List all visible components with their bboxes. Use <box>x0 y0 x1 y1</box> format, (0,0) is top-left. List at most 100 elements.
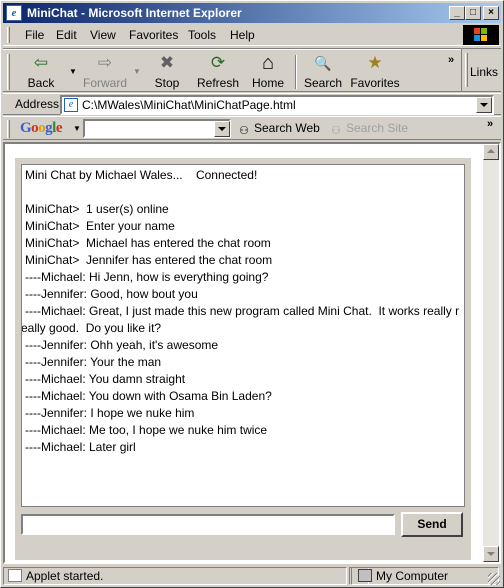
favorites-label: Favorites <box>350 76 400 90</box>
google-logo-letter: G <box>20 120 32 136</box>
binoculars-icon: ⚇ <box>239 125 249 137</box>
menubar-grip[interactable] <box>7 27 10 43</box>
toolbar-chevron-icon[interactable]: » <box>448 54 454 66</box>
windows-flag-icon <box>474 28 488 42</box>
chat-message: MiniChat> Enter your name <box>25 219 175 233</box>
chat-message: ----Michael: You down with Osama Bin Lad… <box>25 389 272 403</box>
page-status-icon <box>8 569 22 582</box>
address-field[interactable]: e C:\MWales\MiniChat\MiniChatPage.html <box>60 95 494 115</box>
search-label: Search <box>303 76 343 90</box>
chat-message: eally good. Do you like it? <box>21 321 162 335</box>
links-bar: Links <box>461 49 501 91</box>
menu-bar: File Edit View Favorites Tools Help <box>3 24 501 46</box>
favorites-icon: ★ <box>367 53 383 72</box>
chat-message: MiniChat> 1 user(s) online <box>25 202 169 216</box>
minimize-button[interactable]: _ <box>449 6 465 20</box>
status-bar: Applet started. My Computer <box>3 566 501 586</box>
standard-toolbar: ⇦ Back ▼ ⇨ Forward ▼ ✖ Stop ⟳ Refresh ⌂ … <box>3 48 501 92</box>
browser-window: e MiniChat - Microsoft Internet Explorer… <box>0 0 504 588</box>
menu-tools[interactable]: Tools <box>188 28 216 42</box>
stop-icon: ✖ <box>159 53 175 72</box>
back-arrow-icon: ⇦ <box>33 53 49 72</box>
chat-message: ----Michael: Great, I just made this new… <box>25 304 460 318</box>
home-button[interactable]: ⌂ Home <box>243 53 293 91</box>
title-bar[interactable]: e MiniChat - Microsoft Internet Explorer… <box>3 3 501 23</box>
refresh-button[interactable]: ⟳ Refresh <box>192 53 244 91</box>
chat-message: Mini Chat by Michael Wales... Connected! <box>25 168 258 182</box>
google-menu-icon[interactable]: ▼ <box>73 124 81 133</box>
forward-dropdown-icon[interactable]: ▼ <box>133 67 141 76</box>
scroll-down-button[interactable] <box>483 546 499 562</box>
vertical-scrollbar[interactable] <box>483 144 499 562</box>
chat-message: MiniChat> Jennifer has entered the chat … <box>25 253 273 267</box>
chat-message: ----Jennifer: I hope we nuke him <box>25 406 195 420</box>
windows-logo <box>463 25 499 45</box>
address-dropdown-button[interactable] <box>476 97 492 113</box>
scroll-up-button[interactable] <box>483 144 499 160</box>
search-web-button[interactable]: ⚇ Search Web <box>237 121 320 138</box>
links-button[interactable]: Links <box>470 65 498 79</box>
address-bar: Address e C:\MWales\MiniChat\MiniChatPag… <box>3 93 501 115</box>
search-site-label: Search Site <box>346 121 409 135</box>
menu-favorites[interactable]: Favorites <box>129 28 178 42</box>
google-chevron-icon[interactable]: » <box>487 118 493 130</box>
chat-message: ----Michael: Hi Jenn, how is everything … <box>25 270 269 284</box>
close-button[interactable]: × <box>483 6 499 20</box>
chat-input[interactable] <box>21 514 395 535</box>
back-label: Back <box>27 76 55 90</box>
zone-text: My Computer <box>376 569 449 583</box>
stop-label: Stop <box>154 76 180 90</box>
zone-pane: My Computer <box>351 567 499 585</box>
stop-button[interactable]: ✖ Stop <box>142 53 192 91</box>
favorites-button[interactable]: ★ Favorites <box>347 53 403 91</box>
chat-message: ----Jennifer: Ohh yeah, it's awesome <box>25 338 219 352</box>
chat-message <box>25 184 464 201</box>
search-web-label: Search Web <box>254 121 320 135</box>
search-site-button[interactable]: ⚇ Search Site <box>329 121 408 138</box>
refresh-label: Refresh <box>196 76 240 90</box>
menu-help[interactable]: Help <box>230 28 255 42</box>
toolbar-grip[interactable] <box>7 54 10 90</box>
google-search-input[interactable] <box>83 119 231 138</box>
page-icon: e <box>64 98 78 112</box>
chat-log[interactable]: Mini Chat by Michael Wales... Connected!… <box>21 164 465 507</box>
links-grip[interactable] <box>465 53 468 87</box>
maximize-button[interactable]: □ <box>465 6 481 20</box>
address-url[interactable]: C:\MWales\MiniChat\MiniChatPage.html <box>82 98 296 112</box>
google-toolbar: Google ▼ ⚇ Search Web ⚇ Search Site » <box>3 116 501 140</box>
send-button[interactable]: Send <box>401 512 463 537</box>
menu-view[interactable]: View <box>90 28 116 42</box>
search-icon: 🔍 <box>314 55 332 71</box>
page-content: Mini Chat by Michael Wales... Connected!… <box>3 142 501 564</box>
google-toolbar-grip[interactable] <box>7 120 10 138</box>
home-label: Home <box>251 76 284 90</box>
chat-message: ----Jennifer: Good, how bout you <box>25 287 198 301</box>
google-logo[interactable]: Google <box>20 120 63 137</box>
menu-edit[interactable]: Edit <box>56 28 77 42</box>
forward-arrow-icon: ⇨ <box>97 53 113 72</box>
chat-message: MiniChat> Michael has entered the chat r… <box>25 236 271 250</box>
chat-message: ----Jennifer: Your the man <box>25 355 162 369</box>
back-dropdown-icon[interactable]: ▼ <box>69 67 77 76</box>
status-text-pane: Applet started. <box>3 567 347 585</box>
forward-label: Forward <box>82 76 127 90</box>
forward-button[interactable]: ⇨ Forward <box>80 53 130 91</box>
binoculars-icon: ⚇ <box>331 125 341 137</box>
back-button[interactable]: ⇦ Back <box>16 53 66 91</box>
chat-message: ----Michael: Later girl <box>25 440 136 454</box>
chat-message: ----Michael: You damn straight <box>25 372 186 386</box>
my-computer-icon <box>358 569 372 582</box>
status-text: Applet started. <box>26 569 104 583</box>
refresh-icon: ⟳ <box>210 53 226 72</box>
google-search-dropdown-button[interactable] <box>214 121 230 137</box>
resize-grip[interactable] <box>488 573 500 585</box>
minichat-applet: Mini Chat by Michael Wales... Connected!… <box>15 158 471 560</box>
search-button[interactable]: 🔍 Search <box>298 53 348 91</box>
home-icon: ⌂ <box>261 52 275 74</box>
address-label: Address <box>15 97 60 111</box>
toolbar-separator <box>295 55 297 89</box>
chat-message: ----Michael: Me too, I hope we nuke him … <box>25 423 268 437</box>
menu-file[interactable]: File <box>25 28 44 42</box>
google-logo-letter: e <box>55 120 63 136</box>
window-title: MiniChat - Microsoft Internet Explorer <box>27 6 242 20</box>
